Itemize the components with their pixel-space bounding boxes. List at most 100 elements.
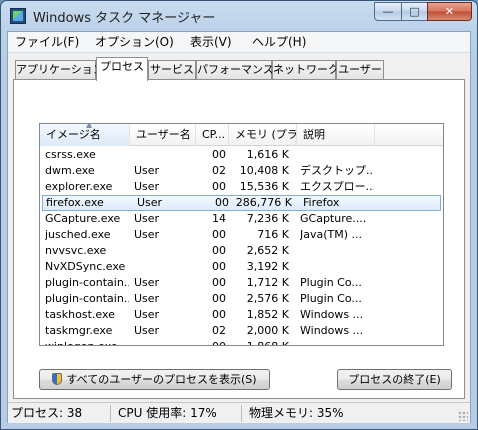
- cell-description: Java(TM) ...: [300, 228, 363, 241]
- minimize-button[interactable]: —: [374, 2, 402, 21]
- table-row[interactable]: plugin-contain... User 00 2,576 K Plugin Co.…: [40, 291, 443, 307]
- menu-bar: ファイル(F) オプション(O) 表示(V) ヘルプ(H): [8, 32, 470, 53]
- task-manager-icon: [10, 8, 26, 24]
- menu-options[interactable]: オプション(O): [94, 34, 175, 51]
- table-row[interactable]: csrss.exe 00 1,616 K: [40, 147, 443, 163]
- menu-file[interactable]: ファイル(F): [14, 34, 80, 51]
- cell-description: GCapture....: [300, 212, 367, 225]
- column-description[interactable]: 説明: [297, 124, 375, 146]
- table-row[interactable]: winlogon.exe 00 1,868 K: [40, 339, 443, 345]
- cell-image-name: csrss.exe: [45, 148, 96, 161]
- cell-image-name: plugin-contain...: [45, 276, 129, 289]
- tab-performance[interactable]: パフォーマンス: [196, 60, 274, 79]
- table-row[interactable]: NvXDSync.exe 00 3,192 K: [40, 259, 443, 275]
- cell-user-name: User: [134, 308, 160, 321]
- cell-memory: 10,408 K: [239, 164, 289, 177]
- process-rows: csrss.exe 00 1,616 K dwm.exe User 02 10,408 K デ…: [40, 147, 443, 345]
- table-row[interactable]: GCapture.exe User 14 7,236 K GCapture....: [40, 211, 443, 227]
- cell-image-name: plugin-contain...: [45, 292, 129, 305]
- process-list[interactable]: ▲ イメージ名 ユーザー名 CP... メモリ (プラ... 説明 csrss.…: [39, 123, 444, 346]
- menu-view[interactable]: 表示(V): [189, 34, 233, 51]
- cell-user-name: User: [134, 276, 160, 289]
- list-header: ▲ イメージ名 ユーザー名 CP... メモリ (プラ... 説明: [40, 124, 443, 146]
- maximize-button[interactable]: □: [401, 2, 428, 21]
- cell-description: Plugin Co...: [300, 276, 362, 289]
- cell-cpu: 00: [212, 228, 226, 241]
- cell-memory: 1,616 K: [246, 148, 289, 161]
- cell-cpu: 00: [212, 260, 226, 273]
- menu-help[interactable]: ヘルプ(H): [251, 34, 307, 51]
- cell-image-name: taskhost.exe: [45, 308, 115, 321]
- tab-users[interactable]: ユーザー: [336, 60, 384, 79]
- table-row[interactable]: nvvsvc.exe 00 2,652 K: [40, 243, 443, 259]
- cell-user-name: User: [134, 228, 160, 241]
- cell-user-name: [134, 339, 200, 345]
- cell-memory: 7,236 K: [246, 212, 289, 225]
- cell-cpu: 00: [206, 339, 226, 345]
- cell-image-name: taskmgr.exe: [45, 324, 113, 337]
- column-image-name[interactable]: ▲ イメージ名: [40, 124, 130, 146]
- column-cpu[interactable]: CP...: [196, 124, 229, 146]
- cell-image-name: dwm.exe: [45, 164, 95, 177]
- table-row[interactable]: taskhost.exe User 00 1,852 K Windows ...: [40, 307, 443, 323]
- cell-cpu: 00: [215, 196, 229, 209]
- tab-services[interactable]: サービス: [148, 60, 196, 79]
- cell-description: Windows ...: [300, 324, 364, 337]
- cell-cpu: 14: [212, 212, 226, 225]
- cell-image-name: GCapture.exe: [45, 212, 121, 225]
- cell-memory: 716 K: [257, 228, 289, 241]
- title-bar[interactable]: Windows タスク マネージャー — □ ✕: [1, 1, 477, 31]
- end-process-button[interactable]: プロセスの終了(E): [337, 369, 452, 390]
- cell-cpu: 02: [212, 164, 226, 177]
- cell-image-name: winlogon.exe: [45, 339, 129, 345]
- cell-memory: 2,576 K: [246, 292, 289, 305]
- cell-description: Plugin Co...: [300, 292, 362, 305]
- cell-description: デスクトップ...: [300, 164, 374, 177]
- cell-cpu: 00: [212, 180, 226, 193]
- show-all-users-button[interactable]: すべてのユーザーのプロセスを表示(S): [39, 369, 270, 390]
- cell-memory: 286,776 K: [235, 196, 292, 209]
- status-physical-memory: 物理メモリ: 35%: [249, 406, 344, 420]
- cell-description: エクスプロー...: [300, 180, 374, 193]
- cell-image-name: jusched.exe: [45, 228, 111, 241]
- status-process-count: プロセス: 38: [8, 405, 111, 422]
- table-row[interactable]: dwm.exe User 02 10,408 K デスクトップ...: [40, 163, 443, 179]
- cell-cpu: 00: [212, 276, 226, 289]
- table-row[interactable]: taskmgr.exe User 02 2,000 K Windows ...: [40, 323, 443, 339]
- cell-user-name: [134, 147, 200, 163]
- task-manager-window: Windows タスク マネージャー — □ ✕ ファイル(F) オプション(O…: [0, 0, 478, 430]
- cell-image-name: explorer.exe: [45, 180, 113, 193]
- cell-image-name: nvvsvc.exe: [45, 244, 107, 257]
- table-row[interactable]: jusched.exe User 00 716 K Java(TM) ...: [40, 227, 443, 243]
- cell-cpu: 00: [212, 292, 226, 305]
- cell-user-name: User: [137, 196, 163, 209]
- column-memory[interactable]: メモリ (プラ...: [229, 124, 297, 146]
- cell-memory: 1,852 K: [246, 308, 289, 321]
- cell-description: [300, 243, 374, 259]
- cell-description: [300, 339, 374, 345]
- status-cpu-usage: CPU 使用率: 17%: [115, 405, 242, 422]
- cell-cpu: 00: [212, 148, 226, 161]
- tab-strip: アプリケーション プロセス サービス パフォーマンス ネットワーク ユーザー: [8, 57, 470, 81]
- cell-cpu: 02: [212, 324, 226, 337]
- cell-image-name: NvXDSync.exe: [45, 260, 126, 273]
- table-row[interactable]: explorer.exe User 00 15,536 K エクスプロー...: [40, 179, 443, 195]
- table-row[interactable]: firefox.exe User 00 286,776 K Firefox: [42, 195, 441, 211]
- tab-processes[interactable]: プロセス: [96, 57, 148, 81]
- column-user-name[interactable]: ユーザー名: [130, 124, 196, 146]
- resize-grip-icon[interactable]: [458, 411, 468, 421]
- close-button[interactable]: ✕: [427, 2, 472, 21]
- processes-panel: ▲ イメージ名 ユーザー名 CP... メモリ (プラ... 説明 csrss.…: [13, 79, 465, 399]
- cell-cpu: 00: [212, 308, 226, 321]
- cell-memory: 15,536 K: [239, 180, 289, 193]
- table-row[interactable]: plugin-contain... User 00 1,712 K Plugin Co.…: [40, 275, 443, 291]
- cell-user-name: User: [134, 164, 160, 177]
- cell-user-name: [134, 243, 200, 259]
- cell-description: [300, 259, 374, 275]
- tab-network[interactable]: ネットワーク: [272, 60, 339, 79]
- cell-description: Firefox: [303, 196, 340, 209]
- cell-user-name: User: [134, 292, 160, 305]
- cell-memory: 1,868 K: [231, 339, 289, 345]
- tab-applications[interactable]: アプリケーション: [15, 60, 104, 79]
- client-area: ファイル(F) オプション(O) 表示(V) ヘルプ(H) アプリケーション プ…: [7, 31, 471, 423]
